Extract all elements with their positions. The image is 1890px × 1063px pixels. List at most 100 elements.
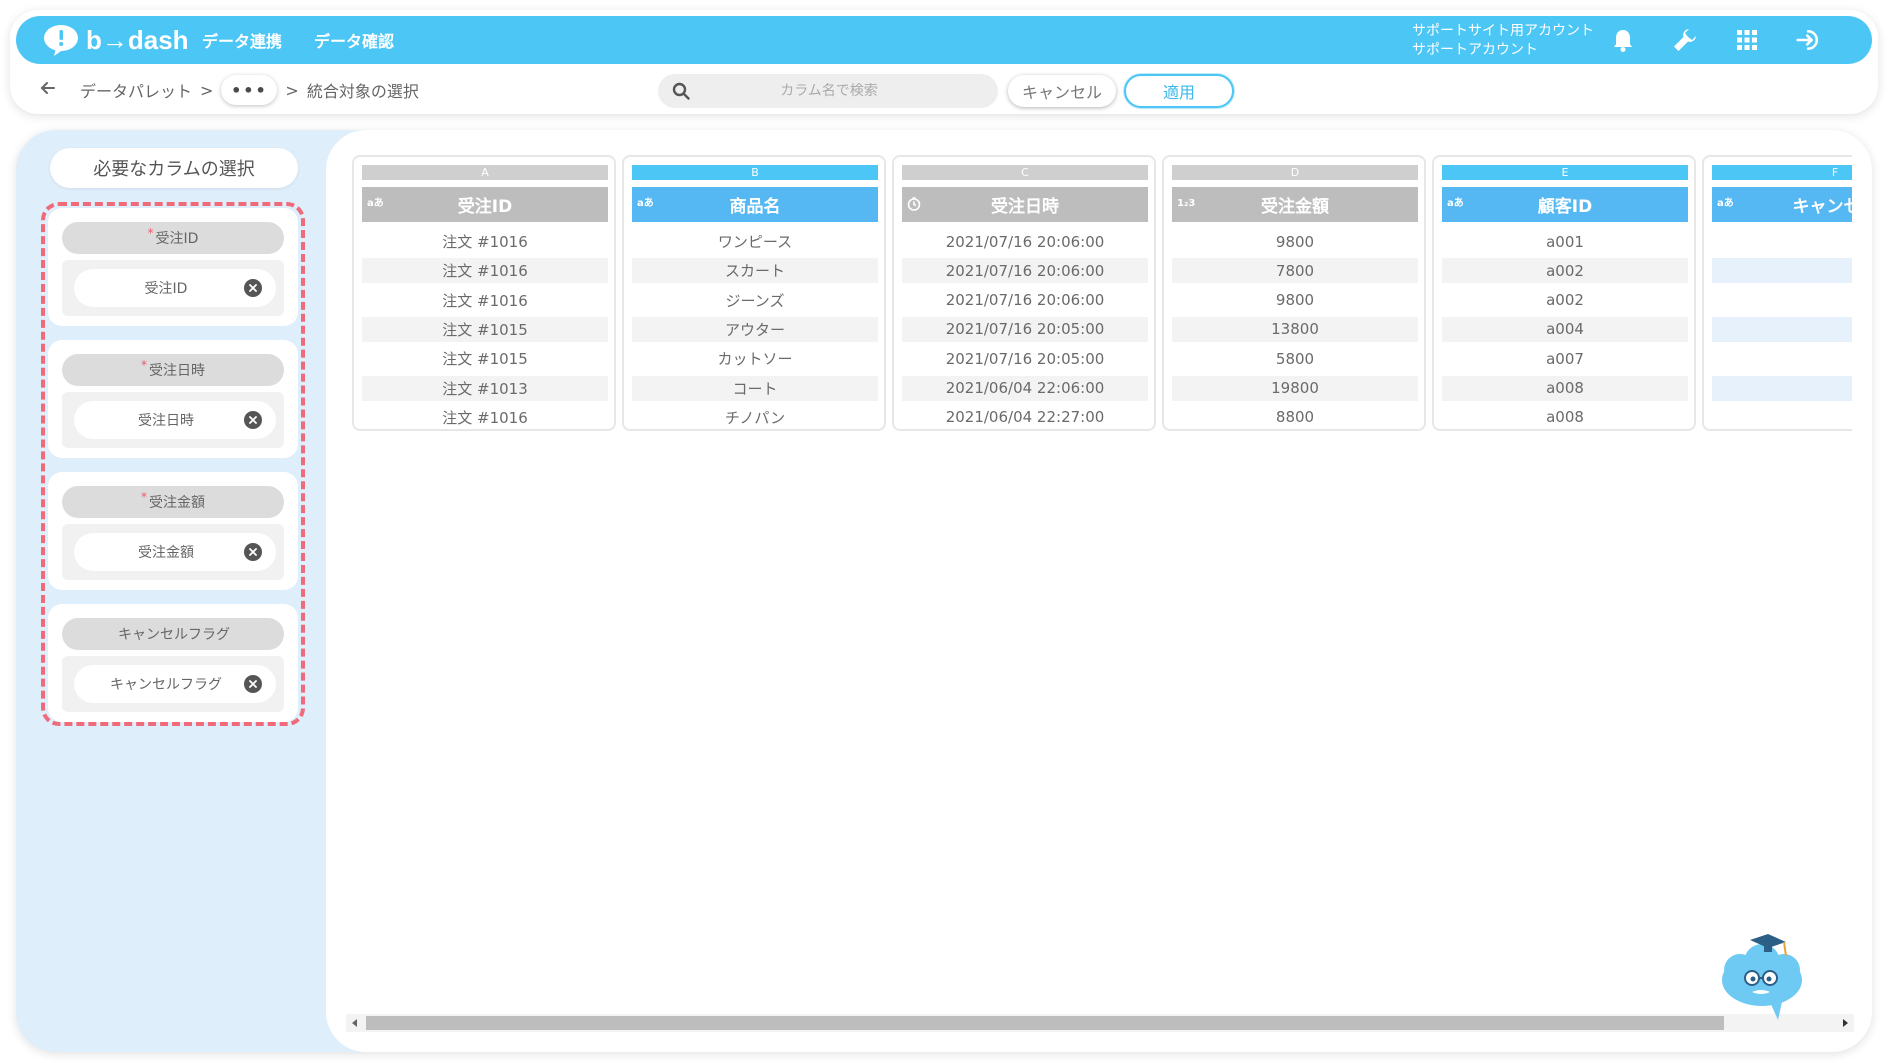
datetime-type-icon — [907, 197, 921, 216]
drop-zone[interactable]: 受注日時 — [62, 392, 284, 448]
column-header[interactable]: aあ 受注ID — [362, 187, 608, 222]
table-cell: チノパン — [724, 408, 786, 427]
column-search-input[interactable] — [690, 83, 968, 99]
column-letter[interactable]: C — [902, 165, 1148, 180]
table-cell: 9800 — [1275, 232, 1315, 251]
account-site-name: サポートサイト用アカウント — [1412, 23, 1594, 39]
required-mark: * — [141, 358, 147, 372]
table-cell: カットソー — [717, 350, 793, 369]
column-header-label: 商品名 — [729, 197, 781, 217]
text-type-icon: aあ — [1447, 198, 1464, 209]
table-cell: 注文 #1013 — [362, 375, 608, 401]
table-cell: ワンピース — [717, 233, 793, 251]
close-icon[interactable] — [244, 543, 262, 561]
column-header[interactable]: aあ 顧客ID — [1442, 187, 1688, 222]
table-cell: 注文 #1016 — [442, 233, 528, 251]
table-cell: ジーンズ — [725, 291, 785, 310]
column-header[interactable]: aあ 商品名 — [632, 187, 878, 222]
column-header[interactable]: 受注日時 — [902, 187, 1148, 222]
logout-icon[interactable] — [1796, 27, 1822, 53]
column-header-label: 受注ID — [457, 197, 513, 217]
table-cell: 0 — [1712, 229, 1852, 254]
table-cell: 注文 #1016 — [442, 408, 528, 427]
account-user-name: サポートアカウント — [1412, 42, 1538, 58]
table-cell: 2021/07/16 20:06:00 — [945, 291, 1105, 310]
top-icons — [1610, 16, 1822, 64]
table-cell: 2021/07/16 20:06:00 — [945, 232, 1105, 251]
apps-grid-icon[interactable] — [1734, 27, 1760, 53]
column-header[interactable]: aあ キャンセル — [1712, 187, 1852, 222]
bell-icon[interactable] — [1610, 27, 1636, 53]
table-cell: 注文 #1015 — [362, 316, 608, 342]
column-header[interactable]: 1₂3 受注金額 — [1172, 187, 1418, 222]
sub-toolbar: データパレット > ••• > 統合対象の選択 キャンセル 適用 — [10, 68, 1878, 112]
column-letter[interactable]: F — [1712, 165, 1852, 180]
table-cell: 13800 — [1172, 316, 1418, 342]
scroll-left-icon[interactable] — [346, 1014, 364, 1032]
table-cell: 2021/06/04 22:06:00 — [902, 375, 1148, 401]
column-header-label: 受注金額 — [1261, 197, 1329, 217]
breadcrumb-separator: > — [285, 80, 299, 100]
text-type-icon: aあ — [367, 198, 384, 209]
breadcrumb-separator: > — [200, 80, 214, 100]
column-header-label: 顧客ID — [1537, 197, 1593, 217]
close-icon[interactable] — [244, 279, 262, 297]
back-arrow-icon[interactable] — [38, 78, 58, 98]
text-type-icon: aあ — [1717, 198, 1734, 209]
table-cell: 8800 — [1275, 408, 1315, 427]
table-cell: 注文 #1016 — [442, 291, 528, 310]
column-group-order-datetime: * 受注日時 受注日時 — [48, 340, 298, 458]
table-cell: スカート — [632, 258, 878, 284]
column-group-order-id: * 受注ID 受注ID — [48, 208, 298, 326]
chip-label: キャンセルフラグ — [110, 677, 222, 693]
column-search-box — [658, 74, 998, 108]
apply-button[interactable]: 適用 — [1124, 74, 1234, 108]
account-info[interactable]: サポートサイト用アカウント サポートアカウント — [1412, 22, 1594, 60]
data-grid: Aaあ 受注ID 注文 #1016 注文 #1016 注文 #1016 注文 #1015 注… — [352, 155, 1852, 433]
selected-column-chip[interactable]: 受注日時 — [74, 401, 276, 439]
table-cell: a004 — [1442, 316, 1688, 342]
nav-data-check[interactable]: データ確認 — [314, 28, 394, 52]
mascot-helper-icon[interactable] — [1712, 924, 1812, 1024]
breadcrumb-ellipsis-button[interactable]: ••• — [221, 75, 278, 105]
drop-zone[interactable]: 受注ID — [62, 260, 284, 316]
close-icon[interactable] — [244, 411, 262, 429]
horizontal-scrollbar[interactable] — [346, 1014, 1854, 1032]
drop-zone[interactable]: キャンセルフラグ — [62, 656, 284, 712]
logo-bubble-icon — [44, 25, 78, 56]
table-column: Aaあ 受注ID 注文 #1016 注文 #1016 注文 #1016 注文 #1015 注… — [352, 155, 616, 431]
table-cell: 0 — [1712, 258, 1852, 284]
wrench-icon[interactable] — [1672, 27, 1698, 53]
column-group-order-amount: * 受注金額 受注金額 — [48, 472, 298, 590]
chip-label: 受注ID — [144, 281, 188, 297]
chip-label: 受注日時 — [138, 413, 194, 429]
scroll-right-icon[interactable] — [1836, 1014, 1854, 1032]
column-group-head: キャンセルフラグ — [62, 618, 284, 650]
breadcrumb-data-palette[interactable]: データパレット — [80, 78, 192, 102]
column-letter[interactable]: E — [1442, 165, 1688, 180]
selected-column-chip[interactable]: 受注金額 — [74, 533, 276, 571]
close-icon[interactable] — [244, 675, 262, 693]
selected-column-chip[interactable]: 受注ID — [74, 269, 276, 307]
drop-zone[interactable]: 受注金額 — [62, 524, 284, 580]
column-letter[interactable]: A — [362, 165, 608, 180]
app-logo[interactable]: b→dash — [42, 22, 189, 58]
column-letter[interactable]: D — [1172, 165, 1418, 180]
required-mark: * — [147, 226, 154, 240]
table-cell: 19800 — [1172, 375, 1418, 401]
table-cell: 2021/07/16 20:05:00 — [945, 349, 1105, 368]
column-group-cancel-flag: キャンセルフラグ キャンセルフラグ — [48, 604, 298, 722]
table-cell: 注文 #1015 — [442, 350, 528, 369]
breadcrumb-current: 統合対象の選択 — [306, 82, 419, 101]
table-column: Eaあ 顧客ID a001 a002 a002 a004 a007 a008 a008 — [1432, 155, 1696, 431]
table-cell: a002 — [1442, 258, 1688, 284]
scrollbar-thumb[interactable] — [366, 1016, 1724, 1030]
cancel-button[interactable]: キャンセル — [1008, 75, 1116, 107]
column-group-head: * 受注ID — [62, 222, 284, 254]
selected-column-chip[interactable]: キャンセルフラグ — [74, 665, 276, 703]
table-cell: コート — [632, 375, 878, 401]
main-nav: データ連携 データ確認 — [202, 16, 394, 64]
column-letter[interactable]: B — [632, 165, 878, 180]
table-column: Baあ 商品名 ワンピース スカート ジーンズ アウター カットソー コート チノパン — [622, 155, 886, 431]
nav-data-integration[interactable]: データ連携 — [202, 28, 282, 52]
